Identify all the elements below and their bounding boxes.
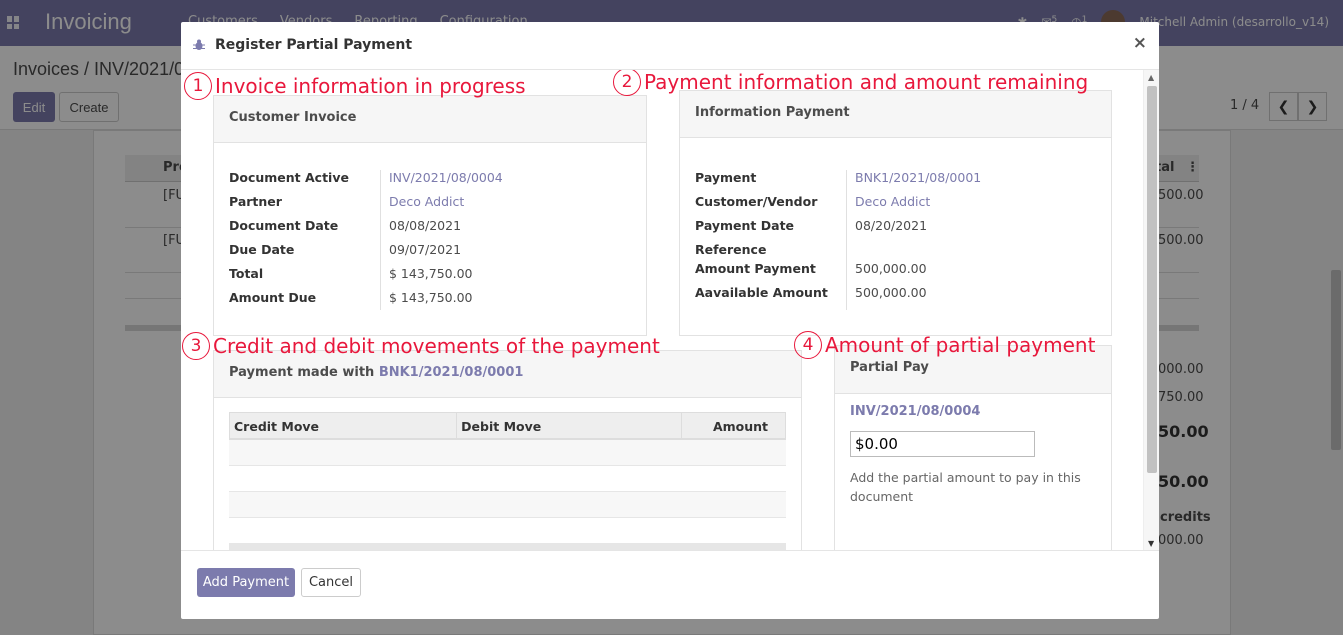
field-label: Document Active — [229, 170, 349, 185]
scroll-up-icon[interactable]: ▲ — [1148, 73, 1154, 82]
amount-payment-value: 500,000.00 — [855, 261, 927, 276]
annotation-1: 1 Invoice information in progress — [184, 72, 526, 100]
available-amount-value: 500,000.00 — [855, 285, 927, 300]
annotation-text: Invoice information in progress — [215, 74, 526, 98]
dialog-footer: Add Payment Cancel — [181, 550, 1159, 619]
field-label: Partner — [229, 194, 282, 209]
payment-moves-title-text: Payment made with — [229, 365, 379, 380]
table-row — [229, 518, 786, 544]
annotation-text: Amount of partial payment — [825, 333, 1096, 357]
document-active-link[interactable]: INV/2021/08/0004 — [389, 170, 503, 185]
dialog-body: Customer Invoice Document Active INV/202… — [181, 70, 1143, 550]
dialog-header: Register Partial Payment × — [181, 22, 1159, 70]
annotation-number: 1 — [184, 72, 212, 100]
partner-link[interactable]: Deco Addict — [389, 194, 464, 209]
field-label: Document Date — [229, 218, 339, 233]
field-label: Reference — [695, 242, 767, 257]
register-partial-payment-dialog: Register Partial Payment × Customer Invo… — [181, 22, 1159, 619]
cancel-button[interactable]: Cancel — [301, 568, 361, 597]
field-label: Payment — [695, 170, 757, 185]
amount-due-value: $ 143,750.00 — [389, 290, 473, 305]
column-debit-move[interactable]: Debit Move — [457, 413, 683, 438]
close-icon[interactable]: × — [1133, 33, 1147, 53]
table-row — [229, 492, 786, 518]
annotation-4: 4 Amount of partial payment — [794, 331, 1095, 359]
annotation-number: 4 — [794, 331, 822, 359]
bug-icon — [193, 39, 205, 50]
dialog-title: Register Partial Payment — [215, 37, 413, 53]
field-label: Payment Date — [695, 218, 795, 233]
field-label: Customer/Vendor — [695, 194, 818, 209]
annotation-2: 2 Payment information and amount remainin… — [613, 70, 1088, 96]
partial-pay-card: Partial Pay INV/2021/08/0004 Add the par… — [834, 345, 1112, 550]
payment-date-value: 08/20/2021 — [855, 218, 928, 233]
customer-vendor-link[interactable]: Deco Addict — [855, 194, 930, 209]
table-row — [229, 440, 786, 466]
annotation-3: 3 Credit and debit movements of the payme… — [182, 332, 660, 360]
total-value: $ 143,750.00 — [389, 266, 473, 281]
partial-pay-invoice-link[interactable]: INV/2021/08/0004 — [850, 404, 980, 419]
table-row — [229, 466, 786, 492]
column-credit-move[interactable]: Credit Move — [230, 413, 458, 438]
field-label: Aavailable Amount — [695, 285, 828, 300]
field-label: Total — [229, 266, 264, 281]
document-date-value: 08/08/2021 — [389, 218, 462, 233]
scroll-thumb[interactable] — [1147, 86, 1157, 473]
due-date-value: 09/07/2021 — [389, 242, 462, 257]
column-amount[interactable]: Amount — [682, 413, 785, 438]
payment-info-title: Information Payment — [680, 91, 1111, 138]
field-label: Due Date — [229, 242, 295, 257]
annotation-text: Payment information and amount remaining — [644, 70, 1089, 94]
field-label: Amount Due — [229, 290, 317, 305]
annotation-number: 2 — [613, 70, 641, 96]
dialog-scrollbar[interactable]: ▲ ▼ — [1143, 70, 1159, 550]
partial-pay-help: Add the partial amount to pay in this do… — [850, 470, 1081, 504]
payment-link[interactable]: BNK1/2021/08/0001 — [855, 170, 981, 185]
customer-invoice-title: Customer Invoice — [214, 96, 646, 143]
moves-table: Credit Move Debit Move Amount — [229, 412, 786, 550]
partial-amount-input[interactable] — [850, 431, 1035, 457]
moves-table-header: Credit Move Debit Move Amount — [229, 412, 786, 440]
scroll-down-icon[interactable]: ▼ — [1148, 539, 1154, 548]
annotation-text: Credit and debit movements of the paymen… — [213, 334, 660, 358]
field-label: Amount Payment — [695, 261, 816, 276]
annotation-number: 3 — [182, 332, 210, 360]
add-payment-button[interactable]: Add Payment — [197, 568, 295, 597]
payment-moves-link[interactable]: BNK1/2021/08/0001 — [379, 365, 524, 380]
